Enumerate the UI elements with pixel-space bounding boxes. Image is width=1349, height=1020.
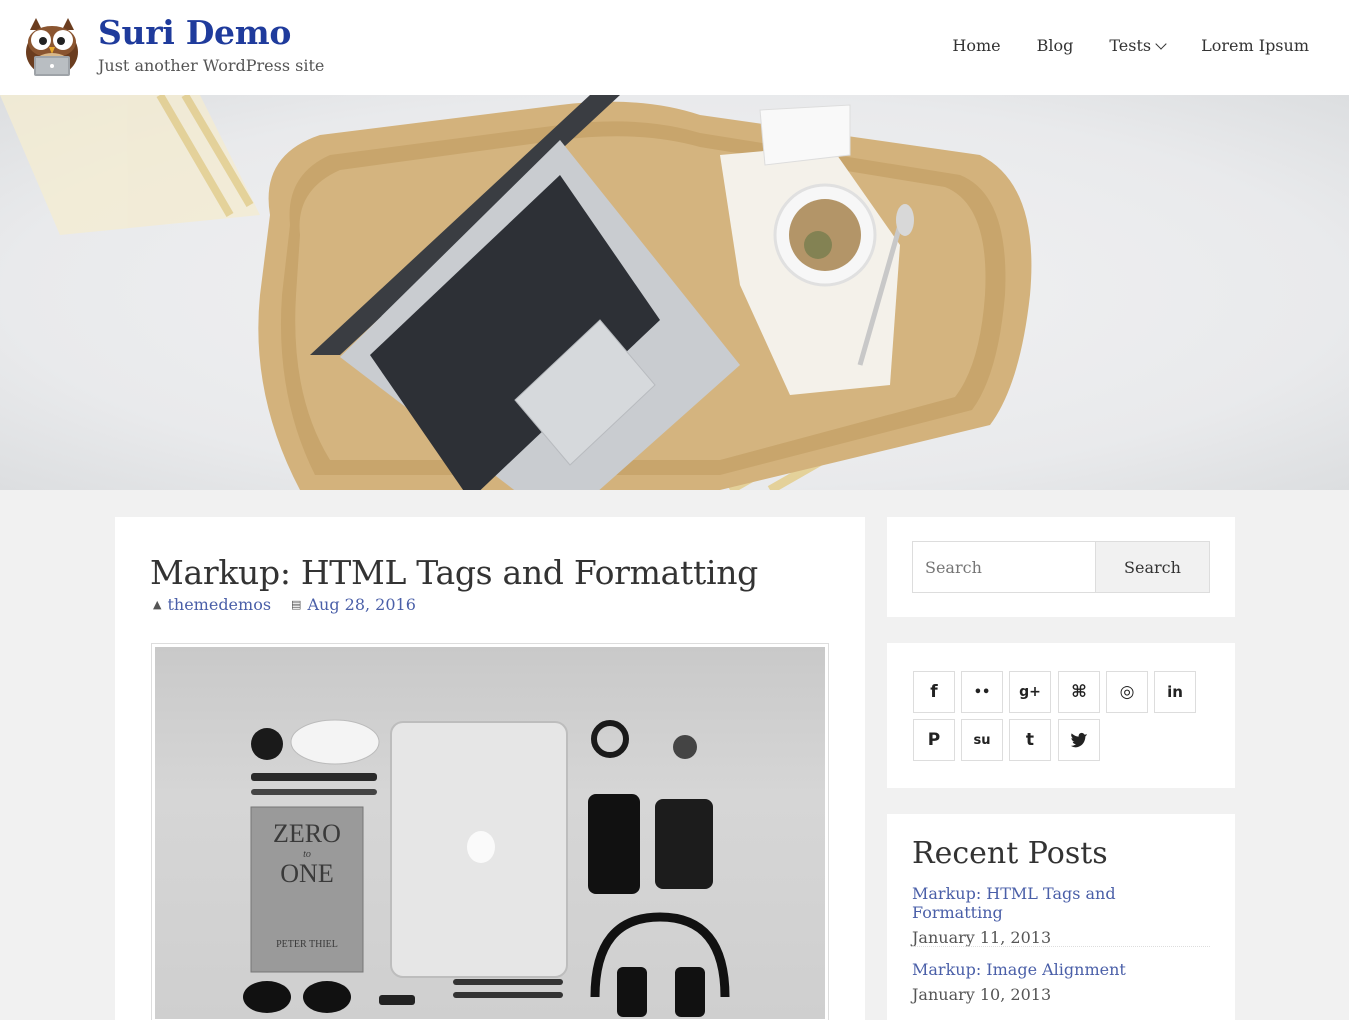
recent-post-item: Markup: HTML Tags and Formatting January… — [912, 884, 1210, 947]
calendar-icon: ▤ — [291, 598, 302, 611]
nav-item-blog[interactable]: Blog — [1037, 36, 1074, 55]
tumblr-glyph: t — [1025, 730, 1035, 750]
twitter-bird-glyph — [1070, 732, 1087, 748]
nav-item-tests[interactable]: Tests — [1109, 36, 1167, 55]
facebook-glyph: f — [930, 682, 938, 702]
instagram-icon[interactable]: ◎ — [1106, 671, 1148, 713]
nav-label: Home — [952, 36, 1001, 55]
book-title-line3: ONE — [280, 859, 333, 888]
flickr-icon[interactable]: •• — [961, 671, 1003, 713]
chevron-down-icon — [1155, 37, 1167, 50]
google-plus-glyph: g+ — [1019, 684, 1041, 700]
stumbleupon-glyph: su — [973, 732, 991, 748]
linkedin-icon[interactable]: in — [1154, 671, 1196, 713]
recent-post-item: Markup: Image Alignment January 10, 2013 — [912, 960, 1210, 1004]
post-author-link[interactable]: themedemos — [167, 595, 271, 614]
nav-item-lorem-ipsum[interactable]: Lorem Ipsum — [1201, 36, 1309, 55]
github-icon[interactable]: ⌘ — [1058, 671, 1100, 713]
search-input[interactable] — [912, 541, 1096, 593]
owl-logo-icon[interactable] — [22, 16, 82, 78]
recent-post-date: January 11, 2013 — [912, 928, 1052, 947]
post-title[interactable]: Markup: HTML Tags and Formatting — [150, 553, 758, 592]
site-title[interactable]: Suri Demo — [98, 13, 291, 52]
social-widget: f •• g+ ⌘ ◎ in P su t — [887, 643, 1235, 788]
google-plus-icon[interactable]: g+ — [1009, 671, 1051, 713]
nav-label: Tests — [1109, 36, 1152, 55]
user-icon: ▲ — [153, 598, 162, 611]
divider — [912, 946, 1210, 947]
recent-post-date: January 10, 2013 — [912, 985, 1052, 1004]
pinterest-glyph: P — [927, 730, 941, 750]
recent-post-link[interactable]: Markup: HTML Tags and Formatting — [912, 884, 1210, 922]
recent-posts-title: Recent Posts — [912, 836, 1108, 871]
featured-image-photo: ZERO to ONE PETER THIEL — [155, 647, 825, 1019]
instagram-glyph: ◎ — [1119, 682, 1135, 702]
post-date-link[interactable]: Aug 28, 2016 — [307, 595, 415, 614]
post-meta: ▲ themedemos ▤ Aug 28, 2016 — [153, 595, 416, 614]
featured-image[interactable]: ZERO to ONE PETER THIEL — [151, 643, 829, 1020]
twitter-icon[interactable] — [1058, 719, 1100, 761]
nav-label: Blog — [1036, 36, 1074, 55]
recent-post-link[interactable]: Markup: Image Alignment — [912, 960, 1210, 979]
stumbleupon-icon[interactable]: su — [961, 719, 1003, 761]
recent-posts-widget: Recent Posts Markup: HTML Tags and Forma… — [887, 814, 1235, 1020]
facebook-icon[interactable]: f — [913, 671, 955, 713]
pinterest-icon[interactable]: P — [913, 719, 955, 761]
header-image — [0, 95, 1349, 490]
site-header: Suri Demo Just another WordPress site Ho… — [0, 0, 1349, 95]
nav-label: Lorem Ipsum — [1201, 36, 1309, 55]
book-author: PETER THIEL — [276, 939, 338, 950]
flickr-glyph: •• — [973, 684, 991, 700]
search-widget: Search — [887, 517, 1235, 617]
site-description: Just another WordPress site — [98, 56, 325, 75]
post-content: Markup: HTML Tags and Formatting ▲ theme… — [115, 517, 865, 1020]
nav-item-home[interactable]: Home — [952, 36, 1000, 55]
linkedin-glyph: in — [1167, 683, 1183, 701]
main-navigation: Home Blog Tests Lorem Ipsum — [952, 36, 1309, 55]
search-button[interactable]: Search — [1095, 541, 1210, 593]
github-glyph: ⌘ — [1071, 682, 1087, 702]
book-title-line1: ZERO — [273, 819, 341, 848]
tumblr-icon[interactable]: t — [1009, 719, 1051, 761]
